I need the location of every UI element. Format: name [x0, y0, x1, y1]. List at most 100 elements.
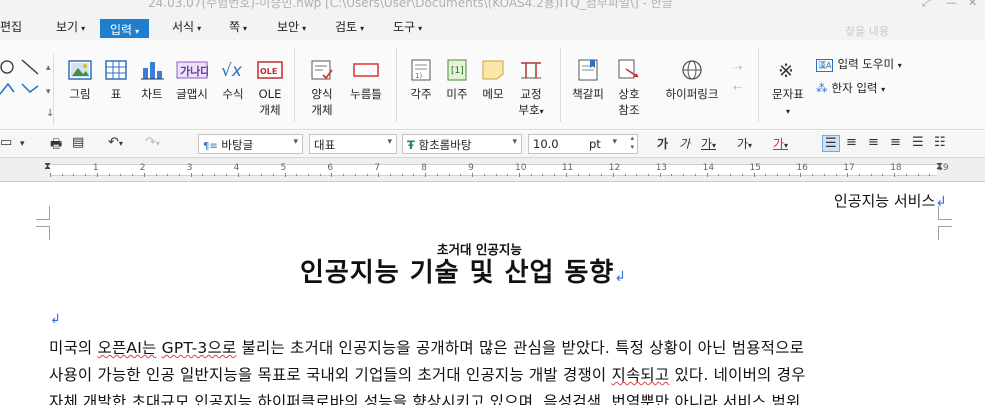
menu-review[interactable]: 검토 ▾	[335, 18, 364, 38]
ruler-tick	[589, 174, 591, 176]
ruler-tick	[50, 173, 51, 177]
footnote-button[interactable]: 1) 각주	[404, 58, 438, 102]
bookmark-button[interactable]: 책갈피	[568, 58, 608, 102]
menu-security[interactable]: 보안 ▾	[277, 18, 306, 38]
document-page[interactable]: 인공지능 서비스↲ 초거대 인공지능 인공지능 기술 및 산업 동향↲ ↲ 미국…	[0, 182, 985, 405]
ruler-tick	[706, 173, 708, 177]
input-helper-button[interactable]: 漢A 입력 도우미 ▾	[816, 56, 902, 72]
print-icon[interactable]: 🖶	[50, 135, 62, 157]
paragraph-mark-icon: ↲	[614, 269, 628, 285]
font-color-button[interactable]: 가▾	[773, 135, 788, 152]
style-select[interactable]: ¶≡ 바탕글 ▾	[198, 134, 303, 154]
proofreading-mark-button[interactable]: 교정 부호▾	[512, 58, 550, 120]
insert-picture-button[interactable]: 그림	[64, 58, 96, 102]
ruler-number: 15	[749, 163, 761, 173]
menu-insert[interactable]: 입력 ▾	[100, 19, 150, 38]
menu-format[interactable]: 서식 ▾	[172, 18, 201, 38]
ruler-tick	[542, 174, 544, 176]
layout-dropdown-icon[interactable]: ▾	[20, 139, 25, 149]
menu-view[interactable]: 보기 ▾	[56, 18, 85, 38]
align-right-button[interactable]: ≡	[890, 135, 901, 150]
svg-text:OLE: OLE	[260, 67, 277, 76]
cross-reference-icon	[618, 59, 639, 79]
picture-icon	[68, 60, 92, 80]
equation-icon: √x	[221, 61, 243, 81]
ruler-tick	[882, 174, 884, 176]
font-select[interactable]: Ŧ 함초롬바탕 ▾	[402, 134, 522, 154]
underline-button[interactable]: 가▾	[701, 135, 716, 152]
close-icon[interactable]: ✕	[968, 0, 977, 9]
form-object-button[interactable]: 양식 개체	[304, 58, 340, 118]
strikethrough-button[interactable]: 가▾	[737, 135, 752, 152]
header-text[interactable]: 인공지능 서비스↲	[834, 190, 947, 211]
body-line-2[interactable]: 사용이 가능한 인공 일반지능을 목표로 국내외 기업들의 초거대 인공지능 개…	[49, 363, 806, 385]
language-select[interactable]: 대표 ▾	[309, 134, 397, 154]
ribbon-toolbar: ▴ ▾ ↓ 그림 표 차트 가나다 글맵시 √x 수식 OLE OLE 개체 양식…	[0, 40, 985, 130]
horizontal-ruler[interactable]: ⧗ ⧗ 1 2 3 4 5 6 7 8 9 10 11 12 13 14 15 16 17 18 19	[0, 158, 985, 182]
ruler-number: 13	[655, 163, 668, 173]
window-title: 24.03.07(수험번호)-이승민.hwp [C:\Users\User\Do…	[148, 0, 673, 10]
endnote-button[interactable]: [1] 미주	[440, 58, 474, 102]
ruler-tick	[343, 174, 345, 176]
redo-icon[interactable]: ↷▾	[145, 135, 160, 150]
font-size-field[interactable]: 10.0 pt ▾ ▴ ▾	[528, 134, 638, 154]
ruler-number: 12	[608, 163, 621, 173]
font-type-icon: Ŧ	[407, 138, 415, 152]
ruler-tick	[190, 173, 192, 177]
left-indent-marker-icon[interactable]: ⧗	[44, 161, 51, 172]
align-left-button[interactable]: ≡	[846, 135, 857, 150]
ruler-tick	[495, 174, 497, 176]
ruler-tick	[108, 174, 110, 176]
preview-icon[interactable]: ▤	[72, 135, 84, 150]
empty-paragraph-mark-icon: ↲	[50, 312, 61, 327]
title-bar: 24.03.07(수험번호)-이승민.hwp [C:\Users\User\Do…	[0, 0, 985, 10]
hanja-input-button[interactable]: ⁂ 한자 입력 ▾	[816, 80, 885, 96]
body-line-1[interactable]: 미국의 오픈AI는 GPT-3으로 불리는 초거대 인공지능을 공개하며 많은 …	[49, 336, 804, 358]
hyperlink-button[interactable]: 하이퍼링크	[660, 58, 724, 102]
insert-textart-button[interactable]: 가나다 글맵시	[172, 58, 212, 102]
restore-icon[interactable]: ⤢	[922, 0, 931, 10]
layout-icon[interactable]: ▭	[0, 135, 12, 150]
ruler-tick	[507, 174, 509, 176]
undo-icon[interactable]: ↶▾	[108, 135, 123, 150]
menu-page[interactable]: 쪽 ▾	[229, 18, 247, 38]
italic-button[interactable]: 가	[679, 135, 690, 152]
insert-chart-button[interactable]: 차트	[136, 58, 168, 102]
form-icon	[311, 60, 333, 80]
bold-button[interactable]: 가	[657, 135, 668, 152]
ruler-tick	[261, 174, 263, 176]
ruler-tick	[624, 174, 626, 176]
ruler-tick	[425, 173, 427, 177]
align-divide-button[interactable]: ☷	[934, 135, 946, 150]
document-title[interactable]: 인공지능 기술 및 산업 동향↲	[300, 252, 627, 289]
svg-text:[1]: [1]	[451, 66, 464, 76]
align-justify-button[interactable]: ☰	[822, 135, 840, 152]
find-field-hint[interactable]: 찾을 내용	[845, 23, 889, 39]
insert-ole-button[interactable]: OLE OLE 개체	[254, 58, 286, 118]
minimize-icon[interactable]: —	[946, 0, 957, 9]
margin-corner-bottom-left	[36, 226, 50, 240]
menu-edit[interactable]: 편집	[0, 18, 22, 38]
distribute-button[interactable]: ☰	[912, 135, 924, 150]
symbol-button[interactable]: ※ 문자표 ▾	[766, 58, 810, 120]
shapes-gallery[interactable]: ▴ ▾ ↓	[0, 54, 54, 126]
click-field-button[interactable]: 누름틀	[346, 58, 386, 102]
ruler-tick	[753, 173, 755, 177]
ruler-tick	[647, 174, 649, 176]
insert-table-button[interactable]: 표	[102, 58, 130, 102]
ruler-tick	[284, 173, 286, 177]
chart-icon	[141, 62, 164, 80]
align-center-button[interactable]: ≡	[868, 135, 879, 150]
ruler-tick	[812, 174, 814, 176]
ruler-tick	[776, 174, 778, 176]
cross-reference-button[interactable]: 상호 참조	[612, 58, 646, 118]
size-spinner-icon[interactable]: ▴ ▾	[630, 135, 634, 152]
ruler-tick	[178, 174, 180, 176]
body-line-3[interactable]: 자체 개발한 초대규모 인공지능 하이퍼클로바의 성능을 향상시키고 있으며, …	[49, 390, 800, 405]
insert-equation-button[interactable]: √x 수식	[216, 58, 250, 102]
menu-tools[interactable]: 도구 ▾	[393, 18, 422, 38]
memo-button[interactable]: 메모	[476, 58, 510, 102]
ruler-tick	[249, 174, 251, 176]
ruler-tick	[436, 174, 438, 176]
ruler-tick	[61, 174, 63, 176]
